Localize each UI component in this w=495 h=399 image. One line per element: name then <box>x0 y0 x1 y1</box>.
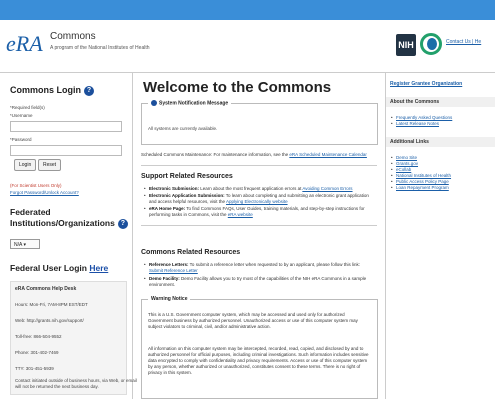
password-input[interactable] <box>10 145 122 156</box>
app-title: Commons <box>50 31 96 42</box>
maintenance-calendar-link[interactable]: eRA Scheduled Maintenance Calendar <box>289 152 367 157</box>
avoiding-errors-link[interactable]: Avoiding Common Errors <box>302 186 352 191</box>
era-logo-text: eRA <box>6 31 43 56</box>
maintenance-note: Scheduled Commons Maintenance: For maint… <box>141 152 381 157</box>
password-label: *Password <box>10 137 32 142</box>
federated-heading: Federated Institutions/Organizations? <box>10 207 130 229</box>
divider <box>141 225 377 226</box>
support-item-text: Learn about the most frequent applicatio… <box>199 186 303 191</box>
commons-item-demo: Demo Facility: Demo Facility allows you … <box>144 276 373 288</box>
username-input[interactable] <box>10 121 122 132</box>
login-heading: Commons Login? <box>10 85 94 96</box>
additional-link-demo[interactable]: Demo Site <box>391 155 417 160</box>
commons-heading: Commons Related Resources <box>141 249 241 256</box>
helpdesk-note-2: will not be returned the next business d… <box>15 384 99 389</box>
helpdesk-box: eRA Commons Help Desk Hours: Mon-Fri, 7A… <box>10 281 137 395</box>
submit-reference-link[interactable]: Submit Reference Letter <box>149 268 198 273</box>
support-item-home: eRA Home Page: To find Commons FAQs, Use… <box>144 206 373 218</box>
commons-item-label[interactable]: Demo Facility: <box>149 276 180 281</box>
site-header: eRA Commons A program of the National In… <box>0 20 495 73</box>
main-content: Welcome to the Commons System Notificati… <box>133 73 386 399</box>
forgot-password-link[interactable]: Forgot Password/Unlock Account? <box>10 190 79 195</box>
system-message: All systems are currently available. <box>148 126 218 131</box>
commons-item-text: Demo Facility allows you to try most of … <box>149 276 367 287</box>
support-heading: Support Related Resources <box>141 173 233 180</box>
maintenance-text: Scheduled Commons Maintenance: For maint… <box>141 152 290 157</box>
faq-link[interactable]: Frequently Asked Questions <box>391 115 452 120</box>
release-notes-link[interactable]: Latest Release Notes <box>391 121 439 126</box>
commons-item-reference: Reference Letters: To submit a reference… <box>144 262 373 274</box>
warning-paragraph-2: All information on this computer system … <box>148 346 369 375</box>
login-title: Commons Login <box>10 85 81 95</box>
federated-select[interactable]: N/A ▾ <box>10 239 40 249</box>
warning-notice: Warning Notice This is a U.S. Government… <box>141 296 378 399</box>
commons-item-text: To submit a reference letter when reques… <box>188 262 361 267</box>
app-subtitle: A program of the National Institutes of … <box>50 45 150 51</box>
header-links[interactable]: Contact Us | He <box>446 39 481 45</box>
federal-login-text: Federal User Login <box>10 263 90 273</box>
warning-title: Warning Notice <box>148 296 191 302</box>
required-note: *Required field(s) <box>10 105 45 110</box>
help-icon[interactable]: ? <box>84 85 94 96</box>
helpdesk-tty: TTY: 301-451-5939 <box>15 366 54 371</box>
additional-link-grants[interactable]: Grants.gov <box>391 161 418 166</box>
info-icon <box>151 100 157 106</box>
about-heading: About the Commons <box>386 97 495 107</box>
helpdesk-title: eRA Commons Help Desk <box>15 286 77 292</box>
system-notification-title: System Notification Message <box>148 100 232 107</box>
login-sidebar: Commons Login? *Required field(s) *Usern… <box>0 73 137 399</box>
top-banner <box>0 0 495 20</box>
register-organization-link[interactable]: Register Grantee Organization <box>390 81 490 91</box>
hhs-logo-icon[interactable] <box>420 33 442 55</box>
helpdesk-phone: Phone: 301-402-7469 <box>15 350 59 355</box>
divider <box>141 165 377 166</box>
era-logo[interactable]: eRA <box>6 28 44 60</box>
support-item-label: eRA Home Page: <box>149 206 186 211</box>
helpdesk-note-1: Contact initiated outside of business ho… <box>15 378 137 383</box>
support-item-submission: Electronic Submission: Learn about the m… <box>144 186 373 192</box>
helpdesk-web[interactable]: Web: http://grants.nih.gov/support/ <box>15 318 84 323</box>
support-item-label: Electronic Application Submission: <box>149 193 225 198</box>
right-sidebar: Register Grantee Organization About the … <box>386 73 495 399</box>
additional-links-heading: Additional Links <box>386 137 495 147</box>
commons-item-label: Reference Letters: <box>149 262 189 267</box>
applying-electronically-link[interactable]: Applying Electronically website <box>226 199 288 204</box>
additional-link-ecollab[interactable]: eCollab <box>391 167 411 172</box>
reset-button[interactable]: Reset <box>38 159 62 171</box>
additional-link-public-access[interactable]: Public Access Policy Page <box>391 179 449 184</box>
era-website-link[interactable]: eRA website <box>228 212 253 217</box>
additional-link-nih[interactable]: National Institutes of Health <box>391 173 451 178</box>
warning-paragraph-1: This is a U.S. Government computer syste… <box>148 312 358 329</box>
helpdesk-tollfree: Toll-free: 866-504-9552 <box>15 334 62 339</box>
sys-title-text: System Notification Message <box>159 100 229 107</box>
page-title: Welcome to the Commons <box>143 79 332 96</box>
support-item-application: Electronic Application Submission: To le… <box>144 193 373 205</box>
nih-logo[interactable]: NIH <box>396 34 416 56</box>
federated-select-value: N/A <box>14 242 23 248</box>
username-label: *Username <box>10 113 33 118</box>
helpdesk-hours: Hours: Mon-Fri, 7AM-8PM EST/EDT <box>15 302 88 307</box>
federal-login-link[interactable]: Here <box>89 263 108 273</box>
system-notification: System Notification Message All systems … <box>141 100 378 145</box>
additional-link-loan[interactable]: Loan Repayment Program <box>391 185 449 190</box>
federated-help-icon[interactable]: ? <box>117 218 128 229</box>
login-button[interactable]: Login <box>14 159 37 171</box>
support-item-label: Electronic Submission: <box>149 186 200 191</box>
federated-title: Federated Institutions/Organizations <box>10 207 115 228</box>
scientist-users-note: (For Scientist Users Only) <box>10 183 62 188</box>
federal-user-login: Federal User Login Here <box>10 263 108 273</box>
